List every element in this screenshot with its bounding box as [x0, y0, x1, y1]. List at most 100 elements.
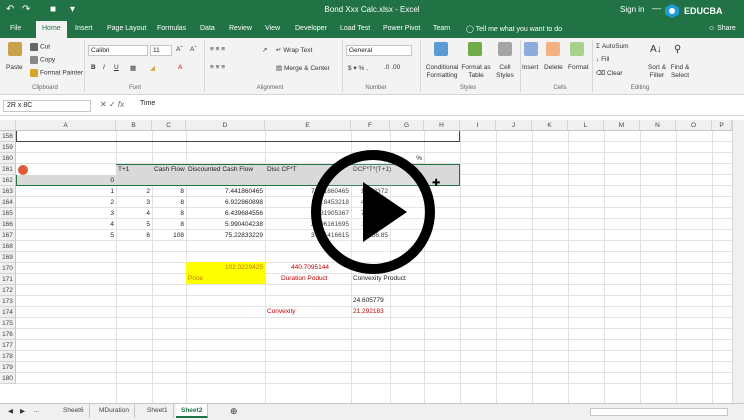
- row-header[interactable]: 174: [0, 307, 16, 318]
- column-header[interactable]: O: [676, 120, 712, 131]
- cell-B161[interactable]: T+1: [116, 164, 152, 175]
- column-header[interactable]: B: [116, 120, 152, 131]
- name-box[interactable]: 2R x 8C: [3, 100, 91, 112]
- format-painter-button[interactable]: Format Painter: [30, 69, 83, 77]
- tab-home[interactable]: Home: [36, 21, 67, 38]
- cell-E170[interactable]: Duration Poduct: [265, 273, 351, 284]
- cell-C164[interactable]: 8: [152, 197, 186, 208]
- cut-button[interactable]: Cut: [30, 43, 50, 51]
- select-all-corner[interactable]: [0, 120, 16, 131]
- cell-D164[interactable]: 6.922860898: [186, 197, 265, 208]
- cell-A162[interactable]: 0: [16, 175, 116, 186]
- tell-me-search[interactable]: ◯ Tell me what you want to do: [466, 25, 562, 33]
- cell-F173[interactable]: 21.292183: [351, 306, 411, 317]
- row-header[interactable]: 175: [0, 318, 16, 329]
- row-header[interactable]: 180: [0, 373, 16, 384]
- more-sheets-icon[interactable]: ...: [34, 407, 39, 414]
- row-header[interactable]: 161: [0, 164, 16, 175]
- sheet-tab-sheet1[interactable]: Sheet1: [142, 404, 174, 418]
- conditional-formatting-button[interactable]: Conditional Formatting: [424, 64, 460, 80]
- column-header[interactable]: G: [390, 120, 424, 131]
- cell-F170[interactable]: Convexity Product: [351, 273, 431, 284]
- format-as-table-button[interactable]: Format as Table: [461, 64, 491, 80]
- video-play-button[interactable]: [311, 150, 435, 274]
- paste-icon[interactable]: [8, 42, 22, 56]
- orientation-icon[interactable]: ↗: [262, 46, 267, 54]
- merge-center-button[interactable]: ▤ Merge & Center: [276, 64, 330, 72]
- column-header[interactable]: L: [568, 120, 604, 131]
- cell-B163[interactable]: 2: [116, 186, 152, 197]
- next-sheet-icon[interactable]: ▶: [20, 407, 25, 415]
- cell-B164[interactable]: 3: [116, 197, 152, 208]
- cell-E169[interactable]: 440.7095144: [265, 262, 331, 273]
- cell-A165[interactable]: 3: [16, 208, 116, 219]
- tab-insert[interactable]: Insert: [75, 25, 93, 32]
- conditional-formatting-icon[interactable]: [434, 42, 448, 56]
- minimize-icon[interactable]: —: [652, 3, 661, 13]
- cell-C161[interactable]: Cash Flow: [152, 164, 186, 175]
- cell-A163[interactable]: 1: [16, 186, 116, 197]
- cell-D166[interactable]: 5.990404238: [186, 219, 265, 230]
- column-header[interactable]: F: [351, 120, 390, 131]
- column-header[interactable]: M: [604, 120, 640, 131]
- sheet-tab-mduration[interactable]: MDuration: [94, 404, 135, 418]
- row-header[interactable]: 177: [0, 340, 16, 351]
- tab-team[interactable]: Team: [433, 25, 450, 32]
- delete-cells-button[interactable]: Delete: [544, 64, 563, 71]
- column-header[interactable]: N: [640, 120, 676, 131]
- italic-button[interactable]: I: [103, 64, 105, 71]
- delete-cells-icon[interactable]: [546, 42, 560, 56]
- cell-D167[interactable]: 75.22833229: [186, 230, 265, 241]
- row-header[interactable]: 164: [0, 197, 16, 208]
- column-header[interactable]: A: [16, 120, 116, 131]
- currency-icon[interactable]: $ ▾ % ,: [348, 64, 368, 72]
- number-format-select[interactable]: General: [346, 45, 412, 56]
- insert-cells-icon[interactable]: [524, 42, 538, 56]
- row-header[interactable]: 160: [0, 153, 16, 164]
- row-header[interactable]: 165: [0, 208, 16, 219]
- cell-D170[interactable]: Price: [186, 273, 265, 284]
- column-header[interactable]: K: [532, 120, 568, 131]
- cell-E173[interactable]: Convexity: [265, 306, 351, 317]
- tab-page-layout[interactable]: Page Layout: [107, 25, 146, 32]
- cell-F172[interactable]: 24.605779: [351, 295, 411, 306]
- paste-button[interactable]: Paste: [6, 64, 23, 71]
- cell-C167[interactable]: 108: [152, 230, 186, 241]
- format-table-icon[interactable]: [468, 42, 482, 56]
- sort-filter-button[interactable]: Sort & Filter: [646, 64, 668, 80]
- row-header[interactable]: 167: [0, 230, 16, 241]
- grow-font-icon[interactable]: Aˆ: [176, 46, 183, 53]
- align-top-icon[interactable]: ≡ ≡ ≡: [210, 46, 225, 53]
- cell-B166[interactable]: 5: [116, 219, 152, 230]
- column-header[interactable]: H: [424, 120, 460, 131]
- row-header[interactable]: 166: [0, 219, 16, 230]
- clear-button[interactable]: ⌫ Clear: [596, 69, 623, 77]
- bold-button[interactable]: B: [91, 64, 96, 71]
- decimal-icon[interactable]: .0 .00: [384, 64, 400, 71]
- row-header[interactable]: 168: [0, 241, 16, 252]
- font-size-select[interactable]: 11: [150, 45, 172, 56]
- prev-sheet-icon[interactable]: ◀: [8, 407, 13, 415]
- shrink-font-icon[interactable]: Aˇ: [190, 46, 197, 53]
- cell-B165[interactable]: 4: [116, 208, 152, 219]
- cell-C165[interactable]: 8: [152, 208, 186, 219]
- row-header[interactable]: 163: [0, 186, 16, 197]
- borders-icon[interactable]: ▦: [130, 64, 136, 72]
- row-header[interactable]: 169: [0, 252, 16, 263]
- add-sheet-icon[interactable]: ⊕: [230, 406, 238, 417]
- format-cells-icon[interactable]: [570, 42, 584, 56]
- column-header[interactable]: D: [186, 120, 265, 131]
- row-header[interactable]: 170: [0, 263, 16, 274]
- column-header[interactable]: J: [496, 120, 532, 131]
- sheet-tab-sheet6[interactable]: Sheet6: [58, 404, 90, 418]
- cell-A164[interactable]: 2: [16, 197, 116, 208]
- tab-view[interactable]: View: [265, 25, 280, 32]
- tab-developer[interactable]: Developer: [295, 25, 327, 32]
- underline-button[interactable]: U: [114, 64, 119, 71]
- sheet-tab-sheet2[interactable]: Sheet2: [176, 404, 209, 418]
- cell-C166[interactable]: 8: [152, 219, 186, 230]
- cell-B167[interactable]: 6: [116, 230, 152, 241]
- column-header[interactable]: E: [265, 120, 351, 131]
- find-select-button[interactable]: Find & Select: [668, 64, 692, 80]
- cell-A166[interactable]: 4: [16, 219, 116, 230]
